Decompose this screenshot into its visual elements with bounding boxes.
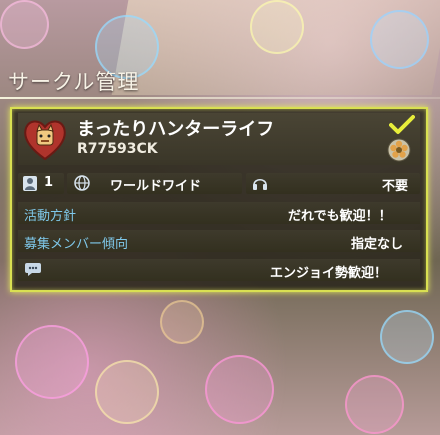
bokeh-decoration (15, 325, 89, 399)
region-value: ワールドワイド (110, 179, 202, 194)
comment-value: エンジョイ勢歓迎！ (270, 266, 388, 281)
globe-icon (74, 175, 90, 191)
title-divider (0, 97, 440, 99)
flower-badge-icon (387, 138, 411, 162)
person-icon (22, 175, 38, 192)
bokeh-decoration (160, 300, 204, 344)
circle-id: R77593CK (77, 141, 158, 157)
bokeh-decoration (380, 310, 434, 364)
member-preference-value: 指定なし (351, 237, 404, 252)
member-preference-label: 募集メンバー傾向 (24, 237, 129, 252)
page-title: サークル管理 (8, 70, 140, 94)
headset-icon (252, 175, 268, 191)
background-paper (111, 0, 440, 95)
activity-policy-label: 活動方針 (24, 209, 77, 224)
checkmark-icon (389, 114, 415, 136)
bokeh-decoration (95, 360, 159, 424)
chat-bubble-icon (24, 262, 42, 277)
bokeh-decoration (345, 375, 404, 434)
member-count: 1 (44, 175, 54, 190)
circle-name: まったりハンターライフ (77, 119, 275, 140)
activity-policy-value: だれでも歓迎！！ (288, 209, 392, 224)
voice-chat-value: 不要 (382, 179, 409, 194)
bokeh-decoration (0, 0, 49, 49)
bokeh-decoration (205, 355, 274, 424)
cat-heart-emblem-icon (22, 117, 68, 161)
